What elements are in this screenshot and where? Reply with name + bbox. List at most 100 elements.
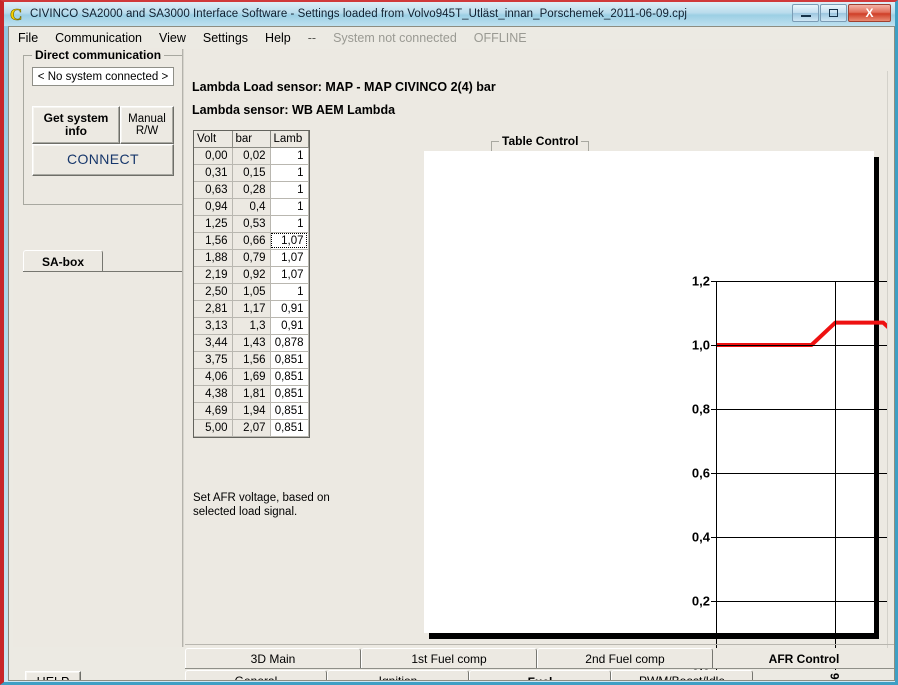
table-cell[interactable]: 0,851 [270,402,309,420]
table-cell[interactable]: 1,07 [270,249,309,267]
table-cell[interactable]: 0,00 [194,147,233,165]
chart-plot-area: 0,00,20,40,60,81,01,20,020,661,31,94 [692,274,894,680]
manual-rw-button[interactable]: Manual R/W [120,106,174,144]
table-cell[interactable]: 0,851 [270,385,309,403]
table-cell[interactable]: 0,66 [232,232,271,250]
table-cell[interactable]: 1,43 [232,334,271,352]
table-cell[interactable]: 1 [270,283,309,301]
tab-afr-control[interactable]: AFR Control [713,648,894,669]
table-cell[interactable]: 1,69 [232,368,271,386]
tab-sa-box[interactable]: SA-box [23,250,103,272]
table-row[interactable]: 0,31 0,15 1 [194,164,309,182]
table-row[interactable]: 5,00 2,07 0,851 [194,419,309,437]
table-cell[interactable]: 2,19 [194,266,233,284]
table-cell[interactable]: 1,07 [270,232,309,250]
table-cell[interactable]: 0,4 [232,198,271,216]
table-cell[interactable]: 0,94 [194,198,233,216]
tab-row-primary: 3D Main 1st Fuel comp 2nd Fuel comp AFR Con… [185,648,894,670]
table-row[interactable]: 0,63 0,28 1 [194,181,309,199]
table-cell[interactable]: 1,25 [194,215,233,233]
table-cell[interactable]: 1,56 [194,232,233,250]
table-row[interactable]: 4,06 1,69 0,851 [194,368,309,386]
tab-pwm-boost-idle[interactable]: PWM/Boost/Idle [611,670,753,680]
get-system-info-button[interactable]: Get system info [32,106,120,144]
table-cell[interactable]: 0,91 [270,317,309,335]
table-cell[interactable]: 1 [270,164,309,182]
table-cell[interactable]: 1,07 [270,266,309,284]
table-row[interactable]: 3,44 1,43 0,878 [194,334,309,352]
connect-button[interactable]: CONNECT [32,144,174,176]
table-cell[interactable]: 1 [270,147,309,165]
table-row[interactable]: 1,25 0,53 1 [194,215,309,233]
table-cell[interactable]: 0,15 [232,164,271,182]
table-cell[interactable]: 0,92 [232,266,271,284]
minimize-button[interactable] [792,4,819,22]
tab-ignition[interactable]: Ignition [327,670,469,680]
menu-help[interactable]: Help [265,31,291,45]
table-cell[interactable]: 2,50 [194,283,233,301]
afr-data-table[interactable]: Volt bar Lamb 0,00 0,02 1 0,31 0,15 1 0,63 0,28… [193,130,310,438]
table-row[interactable]: 4,69 1,94 0,851 [194,402,309,420]
table-row[interactable]: 2,81 1,17 0,91 [194,300,309,318]
table-cell[interactable]: 1 [270,198,309,216]
table-cell[interactable]: 0,851 [270,419,309,437]
table-cell[interactable]: 0,63 [194,181,233,199]
window-controls: X [792,4,891,23]
lambda-load-sensor-label: Lambda Load sensor: MAP - MAP CIVINCO 2(… [192,80,496,94]
menu-settings[interactable]: Settings [203,31,248,45]
menu-communication[interactable]: Communication [55,31,142,45]
table-cell[interactable]: 1 [270,215,309,233]
table-cell[interactable]: 0,79 [232,249,271,267]
table-cell[interactable]: 0,91 [270,300,309,318]
tab-1st-fuel-comp[interactable]: 1st Fuel comp [361,648,537,669]
table-row[interactable]: 2,19 0,92 1,07 [194,266,309,284]
table-cell[interactable]: 5,00 [194,419,233,437]
table-cell[interactable]: 4,06 [194,368,233,386]
table-cell[interactable]: 3,13 [194,317,233,335]
table-cell[interactable]: 1,94 [232,402,271,420]
get-system-info-label-2: info [64,124,87,138]
table-row[interactable]: 2,50 1,05 1 [194,283,309,301]
maximize-button[interactable] [820,4,847,22]
tab-general[interactable]: General [185,670,327,680]
table-row[interactable]: 1,88 0,79 1,07 [194,249,309,267]
close-button[interactable]: X [848,4,891,22]
table-cell[interactable]: 4,38 [194,385,233,403]
table-cell[interactable]: 0,02 [232,147,271,165]
table-cell[interactable]: 0,28 [232,181,271,199]
table-body: 0,00 0,02 1 0,31 0,15 1 0,63 0,28 1 0,94 0,4 1 1,25 0… [194,147,309,437]
table-cell[interactable]: 1,56 [232,351,271,369]
table-cell[interactable]: 1 [270,181,309,199]
afr-table-element: Volt bar Lamb 0,00 0,02 1 0,31 0,15 1 0,63 0,28… [194,131,309,437]
system-status-field[interactable]: < No system connected > [32,67,174,86]
table-cell[interactable]: 1,17 [232,300,271,318]
help-button[interactable]: HELP [25,671,81,680]
table-cell[interactable]: 2,07 [232,419,271,437]
table-row[interactable]: 1,56 0,66 1,07 [194,232,309,250]
table-cell[interactable]: 1,81 [232,385,271,403]
table-cell[interactable]: 0,31 [194,164,233,182]
table-cell[interactable]: 0,878 [270,334,309,352]
afr-chart[interactable]: 0,00,20,40,60,81,01,20,020,661,31,94 [424,151,894,680]
table-row[interactable]: 0,00 0,02 1 [194,147,309,165]
menu-bar: File Communication View Settings Help --… [9,27,894,49]
table-cell[interactable]: 1,88 [194,249,233,267]
tab-2nd-fuel-comp[interactable]: 2nd Fuel comp [537,648,713,669]
table-cell[interactable]: 1,05 [232,283,271,301]
table-cell[interactable]: 4,69 [194,402,233,420]
table-cell[interactable]: 0,851 [270,368,309,386]
tab-fuel[interactable]: Fuel [469,670,611,680]
table-cell[interactable]: 0,851 [270,351,309,369]
table-row[interactable]: 3,13 1,3 0,91 [194,317,309,335]
table-row[interactable]: 3,75 1,56 0,851 [194,351,309,369]
table-cell[interactable]: 2,81 [194,300,233,318]
menu-view[interactable]: View [159,31,186,45]
table-cell[interactable]: 3,44 [194,334,233,352]
table-row[interactable]: 4,38 1,81 0,851 [194,385,309,403]
table-cell[interactable]: 1,3 [232,317,271,335]
table-cell[interactable]: 3,75 [194,351,233,369]
tab-3d-main[interactable]: 3D Main [185,648,361,669]
table-cell[interactable]: 0,53 [232,215,271,233]
table-row[interactable]: 0,94 0,4 1 [194,198,309,216]
menu-file[interactable]: File [18,31,38,45]
